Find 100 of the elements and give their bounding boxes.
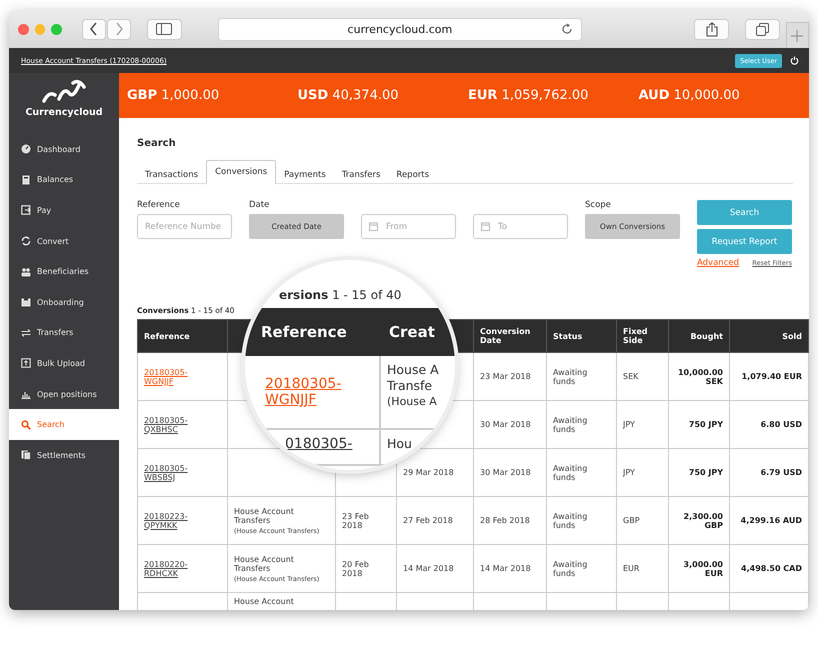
cell-text: GBP xyxy=(623,516,640,525)
tab[interactable]: Conversions xyxy=(206,160,276,184)
reference-link[interactable]: 20180305-WBSBSJ xyxy=(144,464,204,482)
cell-text: 6.79 USD xyxy=(760,468,802,477)
chart-icon xyxy=(21,389,31,400)
cell-text: Awaiting funds xyxy=(553,512,588,530)
tab[interactable]: Transfers xyxy=(334,164,388,184)
cell-text: Awaiting funds xyxy=(553,416,588,434)
reference-link[interactable]: 20180220-RDHCXK xyxy=(144,560,204,578)
cell-text: 14 Mar 2018 xyxy=(403,564,454,573)
cell-text: 2,300.00 GBP xyxy=(684,512,723,530)
cell-text: 27 Feb 2018 xyxy=(403,516,453,525)
sidebar-item[interactable]: Transfers xyxy=(9,318,119,348)
balance-amount: EUR 1,059,762.00 xyxy=(468,88,590,103)
creator-name: House Account Transfers xyxy=(234,554,295,572)
balance-amount: AUD 10,000.00 xyxy=(638,88,741,103)
cell-text: JPY xyxy=(623,420,635,429)
creator-name: House Account xyxy=(234,597,295,606)
transfers-icon xyxy=(21,328,31,338)
cell-text: Awaiting funds xyxy=(553,560,588,578)
results-count: ersions 1 - 15 of 40 xyxy=(279,288,402,302)
creator-name: House A Transfe xyxy=(387,362,440,394)
plus-icon xyxy=(791,30,804,42)
sidebar-item[interactable]: Settlements xyxy=(9,440,119,471)
creator-name: House Account Transfers xyxy=(234,506,295,524)
reference-link[interactable]: 20180223-QPYMKK xyxy=(144,512,204,530)
tabs-icon xyxy=(756,22,769,36)
cell-text: 30 Mar 2018 xyxy=(480,420,531,429)
sidebar-item[interactable]: Onboarding xyxy=(9,286,119,318)
upload-icon xyxy=(21,358,31,368)
column-header: Sold xyxy=(730,320,808,352)
address-field[interactable]: currencycloud.com xyxy=(218,18,582,40)
cell-text: 29 Mar 2018 xyxy=(403,468,454,477)
cell-text: EUR xyxy=(623,564,640,573)
back-icon xyxy=(88,22,99,36)
cell-text: SEK xyxy=(623,372,638,381)
calendar-icon xyxy=(369,222,378,231)
balance-amount: GBP 1,000.00 xyxy=(127,88,220,103)
pay-icon xyxy=(21,205,31,216)
sidebar-button[interactable] xyxy=(146,18,182,40)
column-header: Status xyxy=(546,320,616,352)
column-header: Creat xyxy=(389,323,435,341)
balance-amount: USD 40,374.00 xyxy=(298,88,400,103)
column-header: Fixed Side xyxy=(616,320,668,352)
sidebar-item[interactable]: Convert xyxy=(9,226,119,256)
sidebar-item[interactable]: Dashboard xyxy=(9,134,119,165)
creator-name: Hou xyxy=(387,436,412,452)
back-button[interactable] xyxy=(82,18,106,40)
sidebar-item[interactable]: Beneficiaries xyxy=(9,256,119,287)
url-text: currencycloud.com xyxy=(348,22,452,36)
onboarding-icon xyxy=(21,297,31,308)
cell-text: 20 Feb 2018 xyxy=(342,560,369,578)
search-icon xyxy=(21,420,31,430)
column-header: Reference xyxy=(260,323,348,341)
share-icon xyxy=(706,22,718,36)
power-icon[interactable] xyxy=(790,56,799,65)
calendar-icon xyxy=(481,222,490,231)
reference-field[interactable]: Reference Numbe xyxy=(137,214,232,239)
dashboard-icon xyxy=(21,144,31,154)
cell-text: Awaiting funds xyxy=(553,368,588,386)
reference-link[interactable]: 20180305-QXBHSC xyxy=(144,416,204,434)
cell-text: 3,000.00 EUR xyxy=(684,560,723,578)
cell-text: 6.80 USD xyxy=(760,420,802,429)
tabs-button[interactable] xyxy=(744,18,780,40)
reload-icon[interactable] xyxy=(561,22,574,34)
cell-text: JPY xyxy=(623,468,635,477)
page-title: Search xyxy=(137,138,177,149)
sidebar-item[interactable]: Search xyxy=(9,409,119,440)
cell-text: 10,000.00 SEK xyxy=(678,368,723,386)
cell-text: 4,299.16 AUD xyxy=(740,516,802,525)
column-header: Reference xyxy=(138,320,228,352)
field-label: Reference xyxy=(137,200,181,210)
field-label: Date xyxy=(249,200,270,210)
people-icon xyxy=(21,266,31,277)
sidebar-item[interactable]: Balances xyxy=(9,164,119,196)
field-label: Scope xyxy=(585,200,612,210)
column-header: Bought xyxy=(668,320,730,352)
sidebar-item[interactable]: Pay xyxy=(9,195,119,226)
logo-icon xyxy=(41,79,87,105)
cell-text: 4,498.50 CAD xyxy=(741,564,802,573)
settlements-icon xyxy=(21,450,31,460)
tab[interactable]: Transactions xyxy=(137,164,206,184)
share-button[interactable] xyxy=(694,18,729,40)
cell-text: 750 JPY xyxy=(688,420,723,429)
cell-text: 14 Mar 2018 xyxy=(480,564,531,573)
convert-icon xyxy=(21,236,31,246)
cell-text: 30 Mar 2018 xyxy=(480,468,531,477)
sidebar-item[interactable]: Open positions xyxy=(9,378,119,410)
brand-name: Currencycloud xyxy=(25,107,103,118)
cell-text: 750 JPY xyxy=(688,468,723,477)
cell-text: Awaiting funds xyxy=(553,464,588,482)
sidebar-item[interactable]: Bulk Upload xyxy=(9,348,119,379)
creator-account: (House A xyxy=(387,395,437,408)
forward-icon xyxy=(114,22,124,36)
tab[interactable]: Payments xyxy=(276,164,334,184)
cell-text: 23 Feb 2018 xyxy=(342,512,369,530)
cell-text: 23 Mar 2018 xyxy=(480,372,531,381)
tab[interactable]: Reports xyxy=(388,164,438,184)
reference-link[interactable]: 0180305- xyxy=(285,436,355,452)
column-header: Conversion Date xyxy=(474,320,546,352)
